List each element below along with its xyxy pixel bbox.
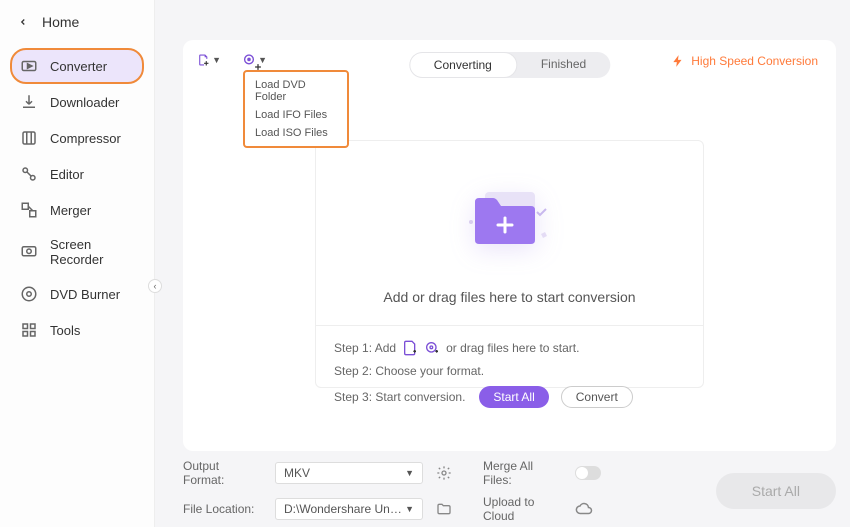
sidebar-item-converter[interactable]: Converter [10, 48, 144, 84]
sidebar-item-downloader[interactable]: Downloader [10, 84, 144, 120]
dropzone[interactable]: Add or drag files here to start conversi… [315, 140, 704, 388]
sidebar-item-label: DVD Burner [50, 287, 120, 302]
high-speed-label: High Speed Conversion [691, 54, 818, 68]
dropzone-text: Add or drag files here to start conversi… [316, 289, 703, 305]
sidebar-item-compressor[interactable]: Compressor [10, 120, 144, 156]
folder-illustration [316, 167, 703, 267]
converter-icon [20, 57, 38, 75]
step-1: Step 1: Add or drag files here to start. [334, 340, 685, 356]
screen-recorder-icon [20, 243, 38, 261]
add-file-button[interactable]: ▼ [197, 50, 221, 70]
sidebar-item-merger[interactable]: Merger [10, 192, 144, 228]
sidebar-item-label: Tools [50, 323, 80, 338]
sidebar-item-label: Merger [50, 203, 91, 218]
bottom-bar: Output Format: MKV ▼ Merge All Files: Fi… [183, 459, 836, 515]
sidebar-item-label: Converter [50, 59, 107, 74]
merger-icon [20, 201, 38, 219]
high-speed-conversion[interactable]: High Speed Conversion [671, 54, 818, 68]
sidebar-item-label: Compressor [50, 131, 121, 146]
sidebar-item-editor[interactable]: Editor [10, 156, 144, 192]
folder-open-icon[interactable] [435, 500, 453, 518]
convert-button[interactable]: Convert [561, 386, 633, 408]
chevron-down-icon: ▼ [405, 468, 414, 478]
sidebar-back[interactable]: Home [0, 0, 154, 44]
sidebar-item-tools[interactable]: Tools [10, 312, 144, 348]
file-location-label: File Location: [183, 502, 263, 516]
add-dvd-button[interactable]: ▼ [243, 50, 267, 70]
tab-converting[interactable]: Converting [409, 52, 517, 78]
sidebar-item-label: Screen Recorder [50, 237, 134, 267]
dvd-dropdown-menu: Load DVD Folder Load IFO Files Load ISO … [243, 70, 349, 148]
lightning-icon [671, 54, 685, 68]
dropdown-item-dvd-folder[interactable]: Load DVD Folder [245, 76, 347, 106]
sidebar-item-dvd-burner[interactable]: DVD Burner [10, 276, 144, 312]
dropdown-item-ifo[interactable]: Load IFO Files [245, 106, 347, 124]
start-all-button[interactable]: Start All [479, 386, 548, 408]
start-all-main-button[interactable]: Start All [716, 473, 836, 509]
downloader-icon [20, 93, 38, 111]
chevron-down-icon: ▼ [212, 55, 221, 65]
output-format-label: Output Format: [183, 459, 263, 487]
chevron-left-icon [18, 17, 28, 27]
step-3: Step 3: Start conversion. Start All Conv… [334, 386, 685, 408]
upload-label: Upload to Cloud [483, 495, 563, 523]
chevron-down-icon: ▼ [405, 504, 414, 514]
sidebar-item-screen-recorder[interactable]: Screen Recorder [10, 228, 144, 276]
step-2: Step 2: Choose your format. [334, 364, 685, 378]
sidebar-item-label: Editor [50, 167, 84, 182]
settings-icon[interactable] [435, 464, 453, 482]
file-location-select[interactable]: D:\Wondershare UniConverter 1 ▼ [275, 498, 423, 520]
dropdown-item-iso[interactable]: Load ISO Files [245, 124, 347, 142]
sidebar-home-label: Home [42, 14, 79, 30]
compressor-icon [20, 129, 38, 147]
sidebar-collapse-button[interactable]: ‹ [148, 279, 162, 293]
add-file-icon [402, 340, 418, 356]
tabs: Converting Finished [409, 52, 610, 78]
output-format-select[interactable]: MKV ▼ [275, 462, 423, 484]
tab-finished[interactable]: Finished [517, 52, 610, 78]
editor-icon [20, 165, 38, 183]
merge-label: Merge All Files: [483, 459, 563, 487]
cloud-icon[interactable] [575, 500, 593, 518]
dvd-burner-icon [20, 285, 38, 303]
sidebar-item-label: Downloader [50, 95, 119, 110]
add-disc-icon [424, 340, 440, 356]
main-panel: ▼ ▼ Load DVD Folder Load IFO Files Load … [183, 40, 836, 451]
sidebar: Home Converter Downloader Compressor Edi… [0, 0, 155, 527]
tools-icon [20, 321, 38, 339]
merge-toggle[interactable] [575, 466, 601, 480]
